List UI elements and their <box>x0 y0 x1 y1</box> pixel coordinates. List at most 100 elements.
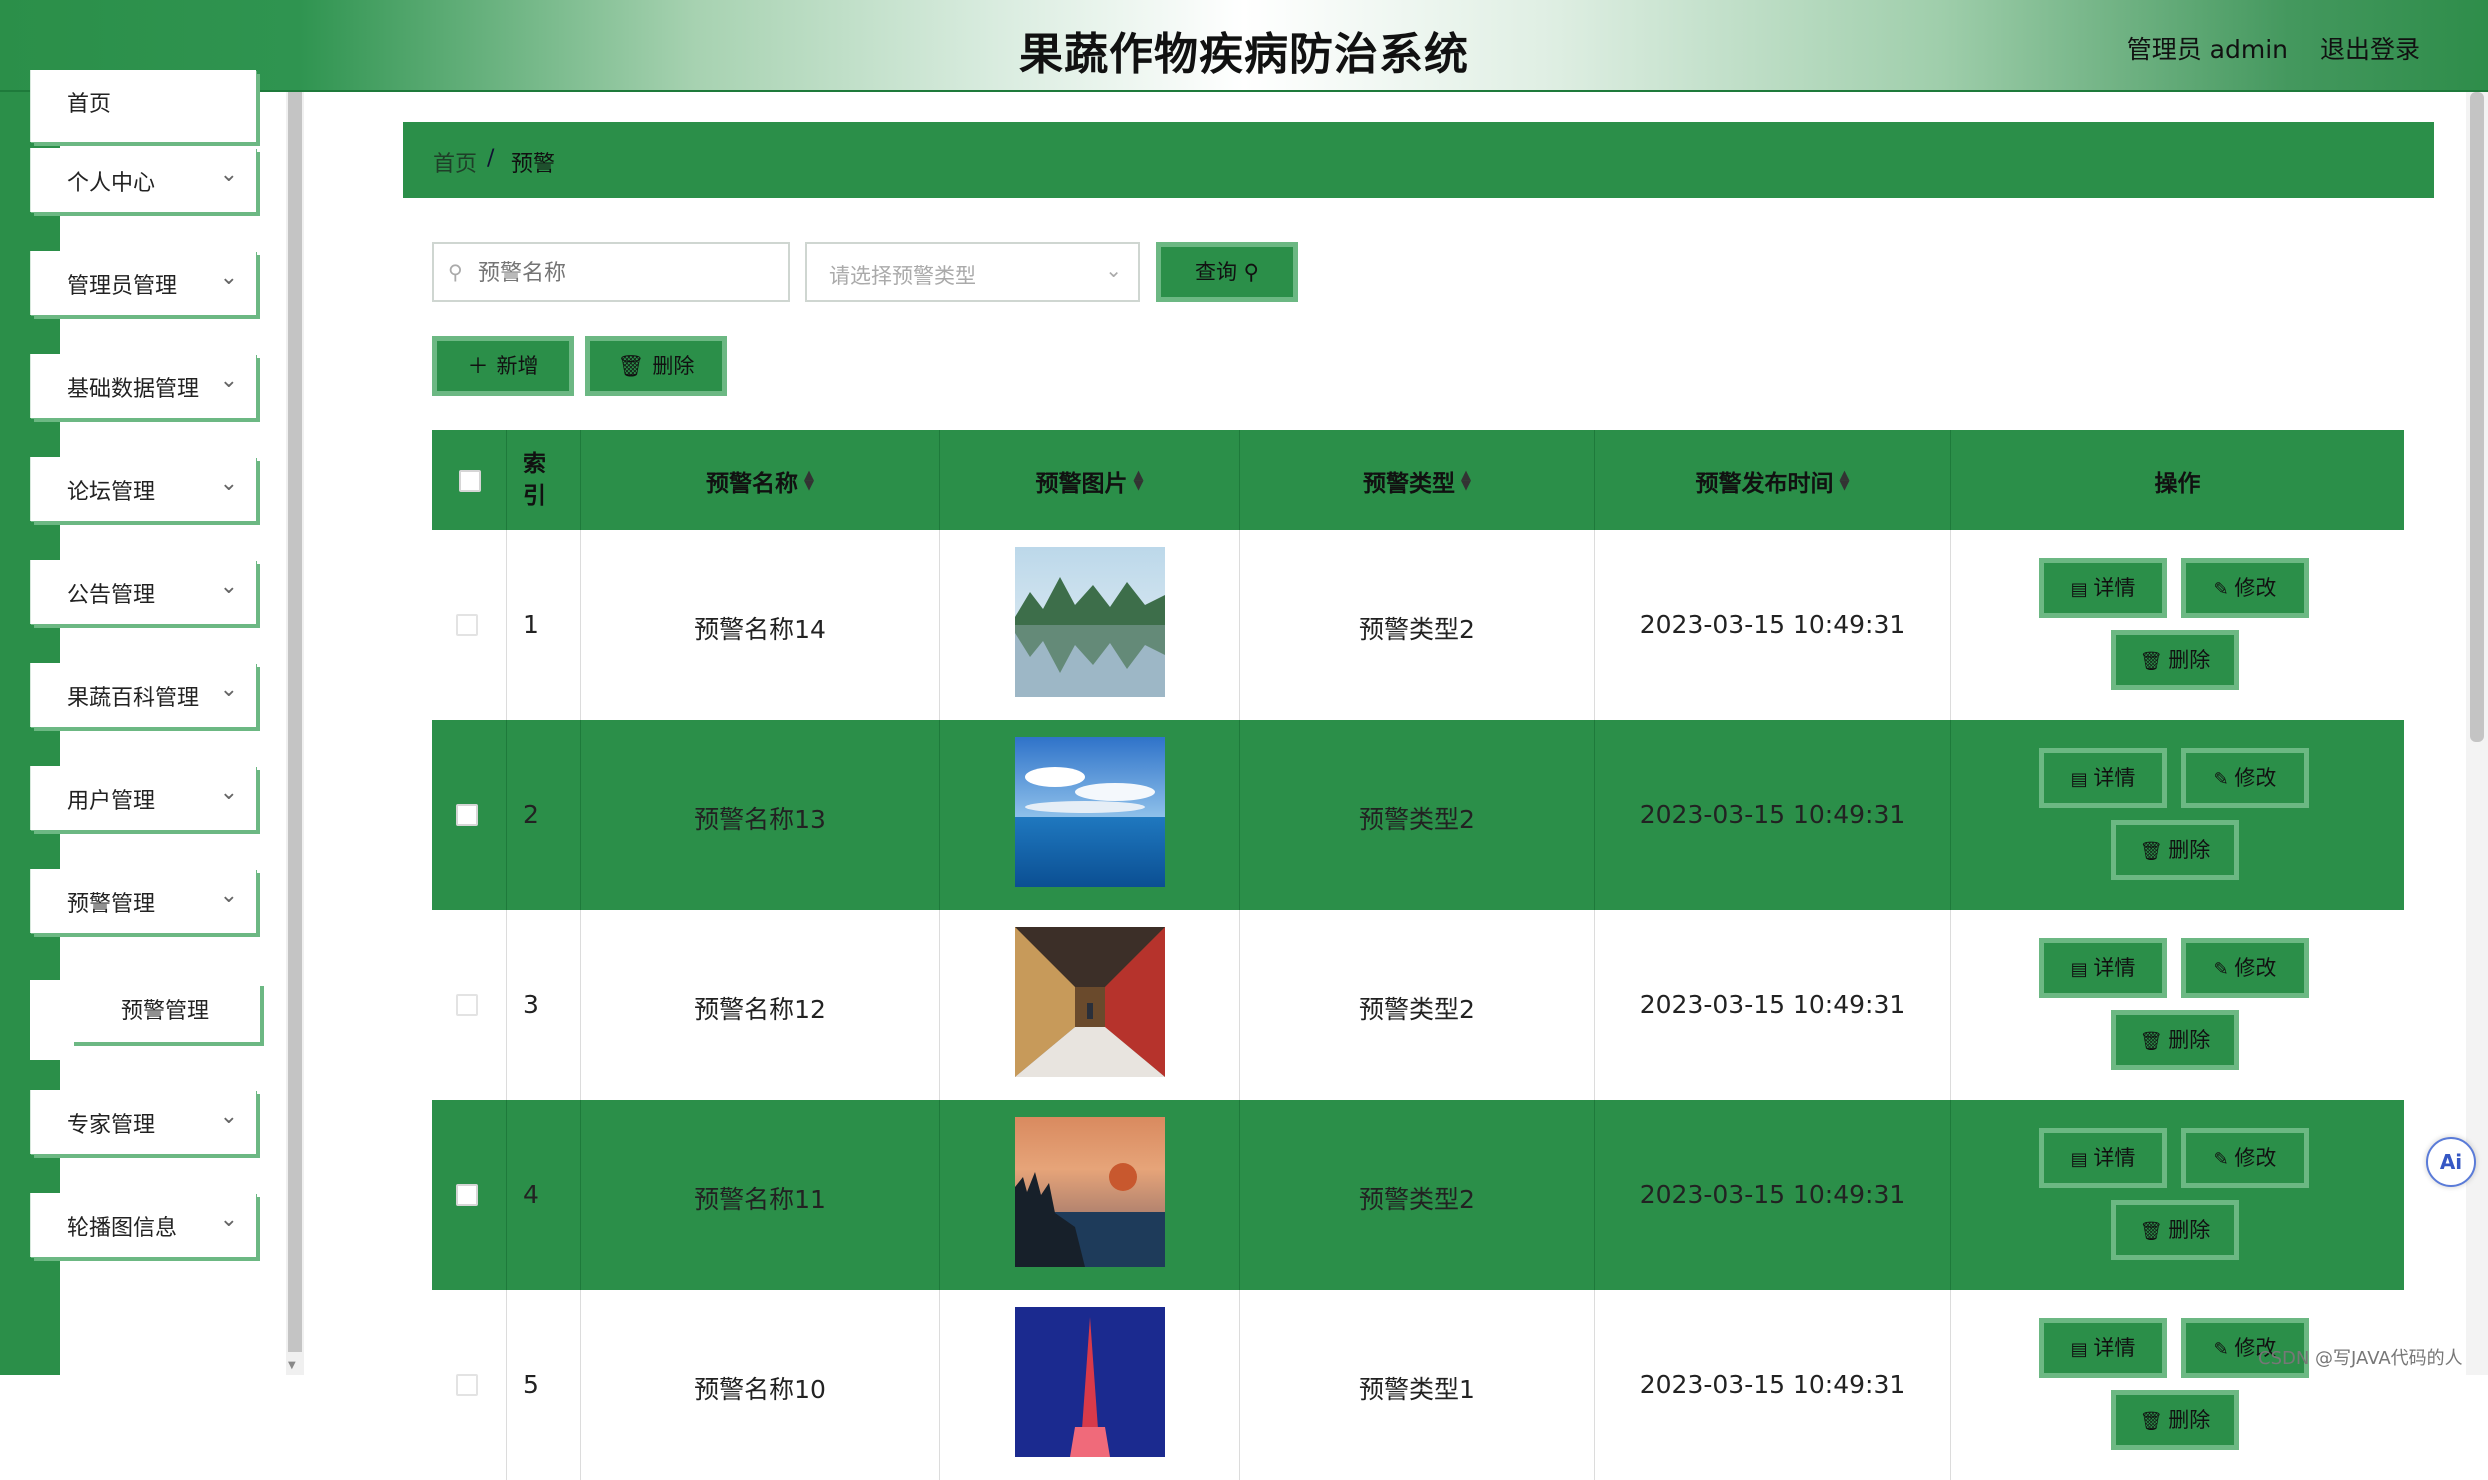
delete-button[interactable]: 🗑 删除 <box>2111 1390 2239 1450</box>
sidebar-item-label: 首页 <box>67 92 112 117</box>
delete-button[interactable]: 🗑 删除 <box>2111 1010 2239 1070</box>
delete-button[interactable]: 🗑 删除 <box>2111 1200 2239 1260</box>
sidebar-item-notice-management[interactable]: 公告管理 ⌄ <box>30 560 256 624</box>
sidebar-item-carousel-info[interactable]: 轮播图信息 ⌄ <box>30 1193 256 1257</box>
cell-index: 2 <box>507 720 581 910</box>
sort-icon[interactable]: ▲ ▼ <box>804 469 814 492</box>
delete-label: 删除 <box>2168 1028 2211 1052</box>
warning-name-input[interactable] <box>476 256 776 290</box>
header-time-label: 预警发布时间 <box>1695 471 1834 497</box>
edit-button[interactable]: ✎ 修改 <box>2181 558 2309 618</box>
delete-button[interactable]: 🗑 删除 <box>2111 630 2239 690</box>
sidebar-item-label: 基础数据管理 <box>67 377 200 402</box>
select-all-checkbox[interactable] <box>459 470 481 492</box>
page-scroll-thumb[interactable] <box>2470 92 2484 742</box>
sidebar-item-admin-management[interactable]: 管理员管理 ⌄ <box>30 251 256 315</box>
sidebar-scrollbar[interactable]: ▼ <box>286 92 304 1375</box>
warning-image[interactable] <box>1015 1117 1165 1267</box>
detail-button[interactable]: ▤ 详情 <box>2039 558 2167 618</box>
edit-button[interactable]: ✎ 修改 <box>2181 1128 2309 1188</box>
cell-ops: ▤ 详情 ✎ 修改 🗑 删除 <box>1951 530 2404 720</box>
warning-image[interactable] <box>1015 927 1165 1077</box>
cell-image <box>940 1100 1240 1290</box>
detail-button[interactable]: ▤ 详情 <box>2039 938 2167 998</box>
delete-label: 删除 <box>2168 1218 2211 1242</box>
sidebar-subitem-warning-management[interactable]: 预警管理 <box>70 982 260 1042</box>
ai-assistant-icon[interactable]: Ai <box>2426 1137 2476 1187</box>
warning-name-search[interactable]: ⚲ <box>432 242 790 302</box>
warning-type-select[interactable]: 请选择预警类型 ⌄ <box>805 242 1140 302</box>
header-name[interactable]: 预警名称 ▲ ▼ <box>581 430 940 530</box>
cell-select <box>432 720 507 910</box>
cell-ops: ▤ 详情 ✎ 修改 🗑 删除 <box>1951 910 2404 1100</box>
cell-select <box>432 1290 507 1480</box>
header-type[interactable]: 预警类型 ▲ ▼ <box>1240 430 1595 530</box>
submenu-warning: 预警管理 <box>30 980 260 1060</box>
sort-icon[interactable]: ▲ ▼ <box>1461 469 1471 492</box>
sort-icon[interactable]: ▲ ▼ <box>1840 469 1850 492</box>
scroll-down-arrow-icon[interactable]: ▼ <box>288 1360 296 1371</box>
sidebar-item-warning-management[interactable]: 预警管理 ⌄ <box>30 869 256 933</box>
page-scrollbar[interactable] <box>2466 92 2488 1375</box>
warning-image[interactable] <box>1015 1307 1165 1457</box>
row-checkbox[interactable] <box>456 614 478 636</box>
edit-label: 修改 <box>2234 956 2277 980</box>
row-time: 2023-03-15 10:49:31 <box>1639 1370 1906 1399</box>
sidebar-item-base-data-management[interactable]: 基础数据管理 ⌄ <box>30 354 256 418</box>
edit-button[interactable]: ✎ 修改 <box>2181 938 2309 998</box>
row-checkbox[interactable] <box>456 994 478 1016</box>
table-row: 4 预警名称11 预警类型2 2023-03-15 10:49:31 ▤ 详情 ✎ 修改 🗑… <box>432 1100 2404 1290</box>
sidebar-item-label: 果蔬百科管理 <box>67 686 200 711</box>
sidebar-item-user-management[interactable]: 用户管理 ⌄ <box>30 766 256 830</box>
detail-button[interactable]: ▤ 详情 <box>2039 1318 2167 1378</box>
pencil-icon: ✎ <box>2213 579 2235 600</box>
warning-image[interactable] <box>1015 547 1165 697</box>
breadcrumb-home[interactable]: 首页 <box>433 146 477 178</box>
sidebar-item-label: 论坛管理 <box>67 480 156 505</box>
trash-icon: 🗑 <box>2139 651 2169 672</box>
chevron-down-icon: ⌄ <box>1105 258 1122 282</box>
row-type: 预警类型2 <box>1359 1185 1475 1214</box>
row-type: 预警类型2 <box>1359 615 1475 644</box>
batch-delete-button[interactable]: 🗑 删除 <box>585 336 727 396</box>
detail-label: 详情 <box>2093 1336 2136 1360</box>
sidebar-item-personal-center[interactable]: 个人中心 ⌄ <box>30 148 256 212</box>
document-icon: ▤ <box>2070 1339 2094 1360</box>
sidebar-item-home[interactable]: 首页 <box>30 70 256 142</box>
header-select-all <box>432 430 507 530</box>
logout-link[interactable]: 退出登录 <box>2320 30 2420 66</box>
table-row: 3 预警名称12 预警类型2 2023-03-15 10:49:31 ▤ 详情 ✎ 修改 🗑… <box>432 910 2404 1100</box>
cell-ops: ▤ 详情 ✎ 修改 🗑 删除 <box>1951 1100 2404 1290</box>
row-time: 2023-03-15 10:49:31 <box>1639 800 1906 829</box>
sidebar-item-expert-management[interactable]: 专家管理 ⌄ <box>30 1090 256 1154</box>
detail-button[interactable]: ▤ 详情 <box>2039 748 2167 808</box>
row-checkbox[interactable] <box>456 1374 478 1396</box>
query-button[interactable]: 查询 ⚲ <box>1156 242 1298 302</box>
sidebar-item-encyclopedia-management[interactable]: 果蔬百科管理 ⌄ <box>30 663 256 727</box>
row-checkbox[interactable] <box>456 1184 478 1206</box>
row-checkbox[interactable] <box>456 804 478 826</box>
header-type-label: 预警类型 <box>1363 471 1455 497</box>
header-index: 索引 <box>507 430 581 530</box>
add-label: 新增 <box>496 354 539 378</box>
cell-name: 预警名称13 <box>581 720 940 910</box>
detail-button[interactable]: ▤ 详情 <box>2039 1128 2167 1188</box>
header-image[interactable]: 预警图片 ▲ ▼ <box>940 430 1240 530</box>
edit-label: 修改 <box>2234 1146 2277 1170</box>
pencil-icon: ✎ <box>2213 959 2235 980</box>
sidebar-item-forum-management[interactable]: 论坛管理 ⌄ <box>30 457 256 521</box>
cell-type: 预警类型2 <box>1240 720 1595 910</box>
warning-image[interactable] <box>1015 737 1165 887</box>
table-row: 1 预警名称14 预警类型2 2023-03-15 10:49:31 ▤ 详情 ✎ 修改 🗑… <box>432 530 2404 720</box>
add-button[interactable]: ＋ 新增 <box>432 336 574 396</box>
admin-user-label: 管理员 admin <box>2126 35 2288 64</box>
sort-icon[interactable]: ▲ ▼ <box>1134 469 1144 492</box>
sidebar-item-label: 专家管理 <box>67 1113 156 1138</box>
search-icon: ⚲ <box>1243 260 1260 284</box>
header-time[interactable]: 预警发布时间 ▲ ▼ <box>1595 430 1951 530</box>
edit-button[interactable]: ✎ 修改 <box>2181 748 2309 808</box>
sidebar-scroll-thumb[interactable] <box>288 92 302 1352</box>
pencil-icon: ✎ <box>2213 1149 2235 1170</box>
watermark: CSDN @写JAVA代码的人 <box>2258 1348 2463 1369</box>
delete-button[interactable]: 🗑 删除 <box>2111 820 2239 880</box>
